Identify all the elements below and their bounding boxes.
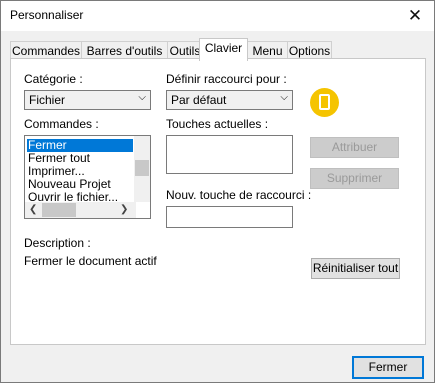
remove-button[interactable]: Supprimer [310,168,399,189]
description-label: Description : [24,236,91,250]
category-select[interactable]: Fichier ⌵ [24,90,151,110]
new-key-field[interactable] [166,206,293,228]
window-title: Personnaliser [10,8,84,22]
category-label: Catégorie : [24,72,83,86]
commands-list[interactable]: Fermer Fermer tout Imprimer... Nouveau P… [24,135,151,219]
shortcut-for-label: Définir raccourci pour : [166,72,287,86]
vertical-scroll-thumb[interactable] [135,160,149,176]
reset-all-button[interactable]: Réinitialiser tout [311,258,400,279]
tab-clavier[interactable]: Clavier [199,38,248,61]
assign-button[interactable]: Attribuer [310,137,399,158]
close-icon[interactable]: ✕ [402,3,428,29]
customize-dialog: Personnaliser ✕ Commandes Barres d'outil… [0,0,435,383]
vertical-scrollbar[interactable] [134,136,150,202]
chevron-down-icon: ⌵ [138,92,146,103]
horizontal-scrollbar[interactable]: ❮ ❯ [25,202,136,218]
horizontal-scroll-thumb[interactable] [42,203,76,217]
commands-label: Commandes : [24,117,99,131]
chevron-down-icon: ⌵ [280,92,288,103]
title-bar: Personnaliser ✕ [1,1,434,31]
close-button[interactable]: Fermer [352,356,424,379]
chevron-left-icon[interactable]: ❮ [29,204,37,215]
current-keys-box[interactable] [166,135,293,174]
new-key-label: Nouv. touche de raccourci : [166,188,312,202]
app-document-icon [310,88,339,117]
category-value: Fichier [29,93,66,107]
current-keys-label: Touches actuelles : [166,117,269,131]
shortcut-for-select[interactable]: Par défaut ⌵ [166,90,293,110]
shortcut-for-value: Par défaut [171,93,227,107]
description-text: Fermer le document actif [24,254,157,268]
chevron-right-icon[interactable]: ❯ [120,204,128,215]
